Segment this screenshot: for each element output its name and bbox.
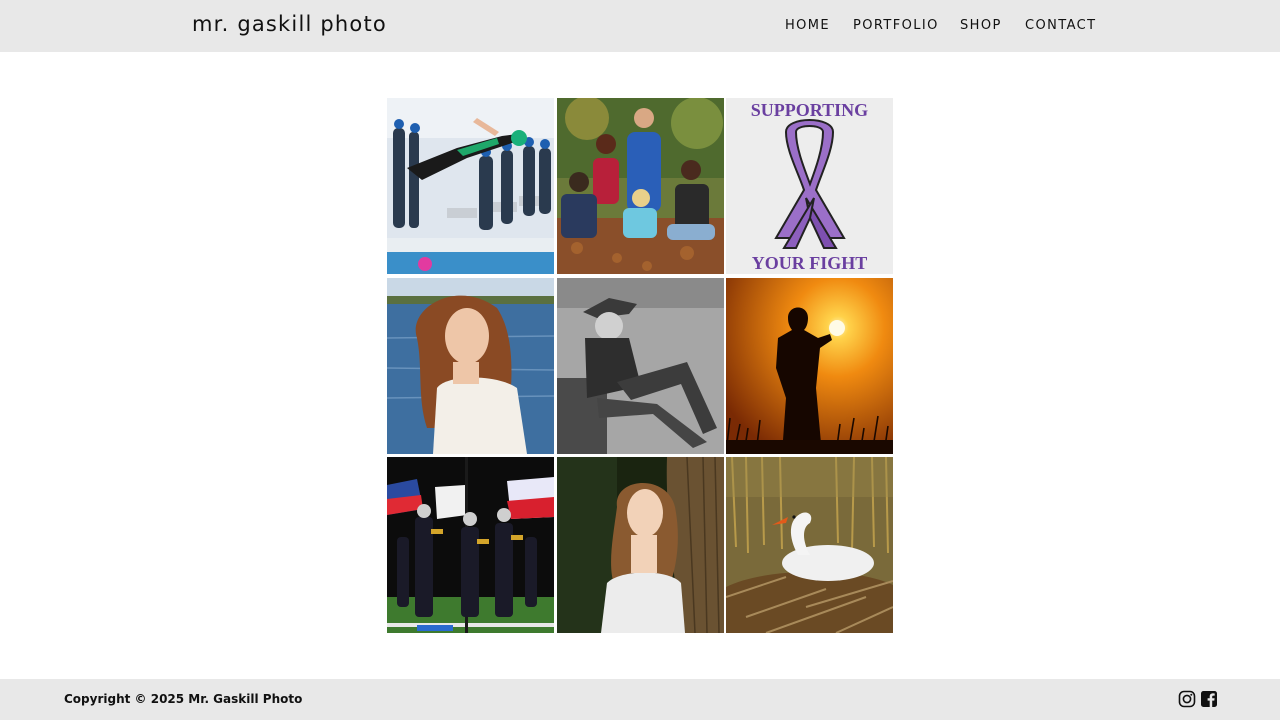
- marching-band-photo[interactable]: [387, 457, 554, 633]
- girl-by-tree-portrait-photo[interactable]: [556, 457, 724, 633]
- supporting-your-fight-ribbon-graphic[interactable]: SUPPORTING YOUR FIGHT: [726, 98, 893, 274]
- ribbon-bottom-text: YOUR FIGHT: [752, 253, 868, 273]
- sunset-silhouette-photo[interactable]: [726, 277, 893, 454]
- nav-contact-link[interactable]: CONTACT: [1025, 18, 1096, 33]
- girl-by-water-portrait-photo[interactable]: [387, 277, 554, 454]
- nav-portfolio-link[interactable]: PORTFOLIO: [853, 18, 939, 33]
- main-nav: HOME PORTFOLIO SHOP CONTACT: [0, 18, 1280, 38]
- nav-home-link[interactable]: HOME: [785, 18, 830, 33]
- copyright-text: Copyright © 2025 Mr. Gaskill Photo: [64, 692, 303, 706]
- photo-gallery-grid: SUPPORTING YOUR FIGHT: [387, 98, 893, 633]
- swimmer-diving-photo[interactable]: [387, 98, 554, 274]
- instagram-icon[interactable]: [1178, 690, 1196, 708]
- family-group-autumn-photo[interactable]: [556, 98, 724, 274]
- site-header: mr. gaskill photo HOME PORTFOLIO SHOP CO…: [0, 0, 1280, 52]
- ribbon-top-text: SUPPORTING: [751, 100, 868, 120]
- boy-sitting-black-white-photo[interactable]: [556, 277, 724, 454]
- facebook-icon[interactable]: [1200, 690, 1218, 708]
- site-footer: Copyright © 2025 Mr. Gaskill Photo: [0, 679, 1280, 720]
- swan-on-nest-photo[interactable]: [726, 457, 893, 633]
- nav-shop-link[interactable]: SHOP: [960, 18, 1002, 33]
